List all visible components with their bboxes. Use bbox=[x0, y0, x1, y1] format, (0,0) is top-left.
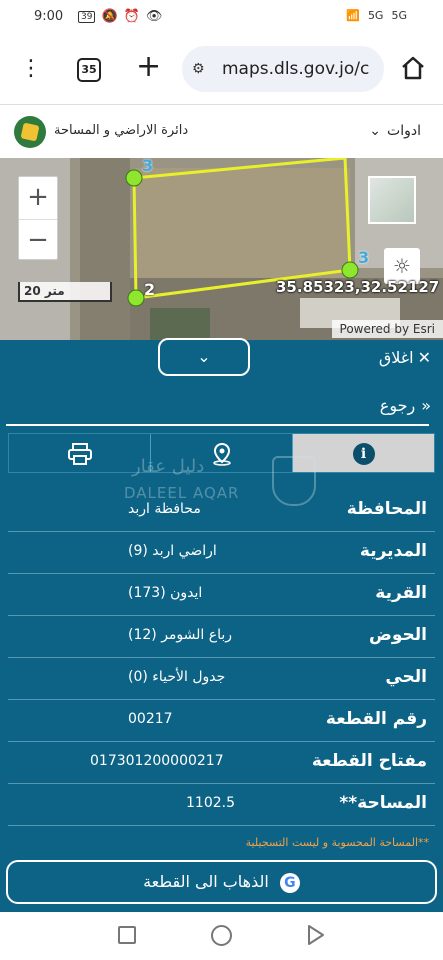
parcel-details: المحافظة محافظة اربد المديرية اراضي اربد… bbox=[8, 490, 435, 826]
browser-toolbar: ⋮ 35 + ⚙ maps.dls.gov.jo/c bbox=[0, 34, 443, 104]
double-chevron-right-icon: » bbox=[421, 396, 431, 415]
signal-icon-2: 5G bbox=[391, 9, 407, 22]
back-triangle-icon[interactable] bbox=[306, 924, 326, 946]
detail-row: المساحة** 1102.5 bbox=[8, 784, 435, 826]
close-button[interactable]: اغلاق ✕ bbox=[379, 348, 431, 367]
map-view[interactable]: 3 2 3 + − 20 متر ☼ 35.85323,32.52127 Pow… bbox=[0, 158, 443, 340]
detail-label: مفتاح القطعة bbox=[311, 751, 427, 771]
detail-row: القرية ايدون (173) bbox=[8, 574, 435, 616]
detail-row: المحافظة محافظة اربد bbox=[8, 490, 435, 532]
printer-icon bbox=[67, 442, 92, 465]
detail-label: الحوض bbox=[369, 625, 427, 645]
vertex-label: 3 bbox=[358, 248, 370, 267]
status-icons-right: 📶 5G 5G bbox=[346, 9, 407, 22]
vertex-label: 3 bbox=[142, 158, 154, 175]
zoom-control: + − bbox=[18, 176, 58, 260]
info-icon: i bbox=[352, 442, 375, 465]
detail-value: 017301200000217 bbox=[90, 753, 224, 769]
tools-label: ادوات bbox=[387, 123, 421, 139]
dls-logo bbox=[14, 116, 46, 148]
coordinates-readout: 35.85323,32.52127 bbox=[276, 278, 440, 296]
mute-icon: 🔕 bbox=[101, 9, 118, 24]
detail-row: المديرية اراضي اربد (9) bbox=[8, 532, 435, 574]
status-bar: 9:00 39 🔕 ⏰ 👁 📶 5G 5G bbox=[0, 0, 443, 34]
tools-menu[interactable]: ⌄ ادوات bbox=[369, 123, 421, 139]
area-footnote: **المساحة المحسوبة و ليست التسجيلية bbox=[245, 836, 429, 849]
home-button[interactable] bbox=[211, 925, 232, 946]
app-header: دائرة الاراضي و المساحة ⌄ ادوات bbox=[0, 104, 443, 158]
detail-value: محافظة اربد bbox=[128, 501, 201, 517]
detail-row: الحي جدول الأحياء (0) bbox=[8, 658, 435, 700]
detail-label: القرية bbox=[375, 583, 427, 603]
close-icon: ✕ bbox=[417, 348, 431, 367]
chevron-down-icon: ⌄ bbox=[369, 123, 382, 139]
new-tab-button[interactable]: + bbox=[136, 50, 161, 84]
vertex-label: 2 bbox=[144, 280, 156, 299]
battery-saver-icon: 39 bbox=[78, 10, 96, 23]
detail-value: رباع الشومر (12) bbox=[128, 627, 233, 643]
alarm-icon: ⏰ bbox=[123, 9, 140, 24]
eye-icon: 👁 bbox=[145, 9, 163, 24]
detail-value: اراضي اربد (9) bbox=[128, 543, 217, 559]
tab-switcher-button[interactable]: 35 bbox=[77, 58, 101, 82]
wifi-icon: 📶 bbox=[346, 9, 360, 22]
detail-row: مفتاح القطعة 017301200000217 bbox=[8, 742, 435, 784]
detail-value: 00217 bbox=[128, 711, 173, 727]
clock: 9:00 bbox=[34, 9, 64, 24]
detail-label: الحي bbox=[385, 667, 427, 687]
system-nav-bar bbox=[0, 912, 443, 960]
address-bar[interactable]: ⚙ maps.dls.gov.jo/c bbox=[182, 46, 384, 92]
divider bbox=[6, 424, 429, 426]
zoom-in-button[interactable]: + bbox=[19, 177, 57, 219]
parcel-info-panel: ⌄ اغلاق ✕ رجوع » i دليل عقار DALEEL AQAR… bbox=[0, 338, 443, 912]
detail-label: المديرية bbox=[359, 541, 427, 561]
app-title: دائرة الاراضي و المساحة bbox=[54, 123, 189, 138]
detail-value: ايدون (173) bbox=[128, 585, 203, 601]
back-label: رجوع bbox=[379, 396, 416, 415]
signal-icon-1: 5G bbox=[367, 9, 384, 22]
go-to-parcel-button[interactable]: الذهاب الى القطعة G bbox=[6, 860, 437, 904]
collapse-panel-button[interactable]: ⌄ bbox=[158, 338, 250, 376]
close-label: اغلاق bbox=[378, 348, 414, 367]
zoom-out-button[interactable]: − bbox=[19, 219, 57, 261]
scale-label: 20 متر bbox=[24, 284, 65, 298]
recents-button[interactable] bbox=[118, 926, 136, 944]
basemap-toggle[interactable] bbox=[368, 176, 416, 224]
detail-label: المساحة** bbox=[339, 793, 427, 813]
chevron-down-icon: ⌄ bbox=[197, 347, 211, 366]
site-settings-icon[interactable]: ⚙ bbox=[192, 61, 205, 77]
detail-label: رقم القطعة bbox=[325, 709, 427, 729]
detail-value: جدول الأحياء (0) bbox=[128, 669, 226, 685]
scale-bar: 20 متر bbox=[18, 282, 112, 302]
attribution: Powered by Esri bbox=[331, 320, 443, 338]
watermark-arabic: دليل عقار bbox=[132, 456, 205, 477]
detail-row: رقم القطعة 00217 bbox=[8, 700, 435, 742]
detail-row: الحوض رباع الشومر (12) bbox=[8, 616, 435, 658]
url-text[interactable]: maps.dls.gov.jo/c bbox=[222, 59, 378, 79]
menu-kebab-icon[interactable]: ⋮ bbox=[20, 56, 42, 82]
detail-value: 1102.5 bbox=[186, 795, 235, 811]
google-icon: G bbox=[279, 872, 300, 893]
detail-label: المحافظة bbox=[346, 499, 427, 519]
home-icon[interactable] bbox=[399, 54, 427, 82]
go-to-parcel-label: الذهاب الى القطعة bbox=[143, 872, 269, 891]
back-button[interactable]: رجوع » bbox=[380, 396, 431, 415]
status-icons-left: 39 🔕 ⏰ 👁 bbox=[78, 9, 162, 24]
